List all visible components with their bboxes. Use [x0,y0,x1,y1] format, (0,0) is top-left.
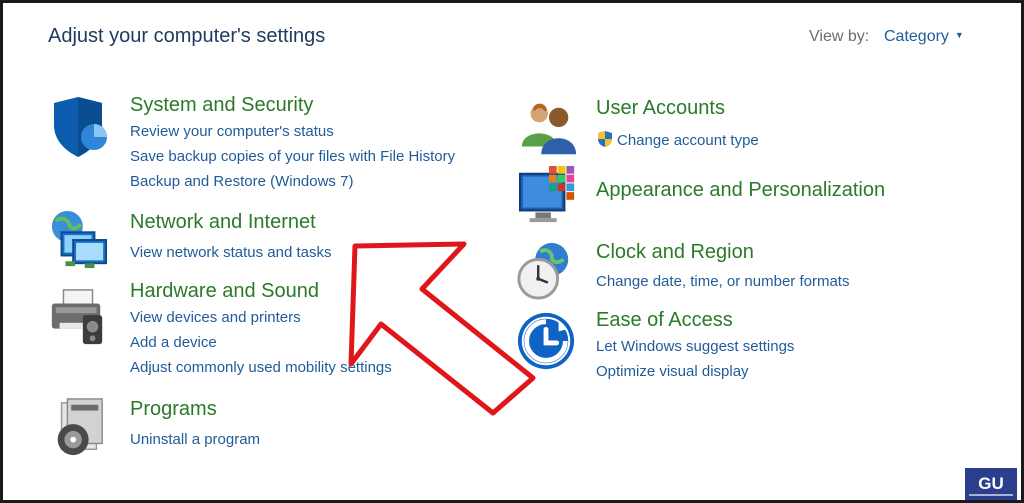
devices-printers-link[interactable]: View devices and printers [130,309,301,326]
mobility-settings-link[interactable]: Adjust commonly used mobility settings [130,359,392,376]
ease-of-access-title[interactable]: Ease of Access [596,309,733,332]
ease-of-access-icon[interactable] [516,309,576,373]
view-by-value[interactable]: Category [884,28,949,45]
add-device-link[interactable]: Add a device [130,334,217,351]
svg-text:GU: GU [978,474,1004,493]
programs-title[interactable]: Programs [130,398,217,421]
network-icon[interactable] [48,208,108,272]
uninstall-program-link[interactable]: Uninstall a program [130,431,260,448]
network-status-link[interactable]: View network status and tasks [130,244,332,261]
page-title: Adjust your computer's settings [48,25,326,47]
user-accounts-title[interactable]: User Accounts [596,97,725,120]
shield-icon[interactable] [48,95,108,159]
system-security-title[interactable]: System and Security [130,94,313,117]
uac-shield-icon [598,131,612,147]
hardware-sound-title[interactable]: Hardware and Sound [130,280,319,303]
users-icon[interactable] [518,99,578,163]
control-panel-window: Adjust your computer's settings View by:… [0,0,1024,503]
view-by-label: View by: [809,28,870,45]
clock-region-title[interactable]: Clock and Region [596,241,754,264]
file-history-link[interactable]: Save backup copies of your files with Fi… [130,148,455,165]
appearance-icon[interactable] [518,163,578,227]
backup-restore-link[interactable]: Backup and Restore (Windows 7) [130,173,353,190]
change-account-type-link[interactable]: Change account type [596,130,759,149]
review-status-link[interactable]: Review your computer's status [130,123,334,140]
change-account-type-text[interactable]: Change account type [617,132,759,149]
date-time-formats-link[interactable]: Change date, time, or number formats [596,273,849,290]
network-internet-title[interactable]: Network and Internet [130,211,316,234]
optimize-display-link[interactable]: Optimize visual display [596,363,749,380]
chevron-down-icon[interactable]: ▼ [955,30,964,40]
suggest-settings-link[interactable]: Let Windows suggest settings [596,338,794,355]
programs-icon[interactable] [48,396,108,460]
printer-icon[interactable] [48,285,108,349]
watermark-logo: GU [965,468,1017,500]
clock-icon[interactable] [515,239,575,303]
appearance-title[interactable]: Appearance and Personalization [596,179,885,202]
view-by-dropdown[interactable]: Category ▼ [884,28,964,46]
